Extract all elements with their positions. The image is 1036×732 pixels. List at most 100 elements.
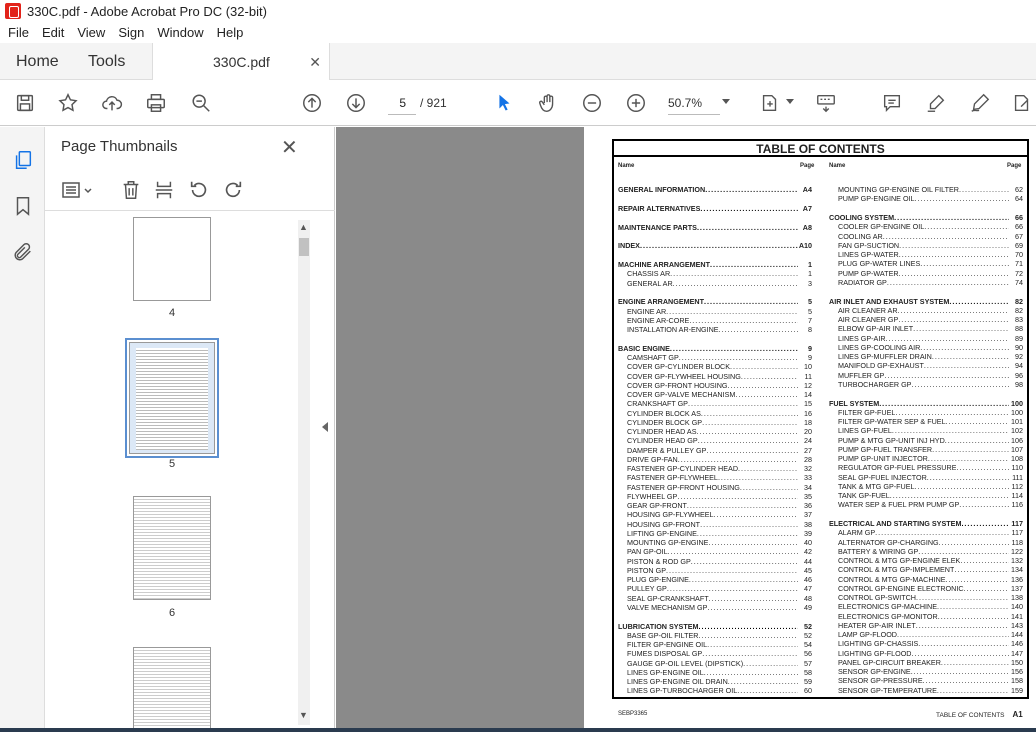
toc-entry[interactable]: BASE GP-OIL FILTER 52 <box>627 631 812 640</box>
toc-entry[interactable]: PUMP GP-UNIT INJECTOR 108 <box>838 454 1023 463</box>
toc-entry[interactable]: LINES GP-COOLING AIR 90 <box>838 343 1023 352</box>
toc-entry[interactable]: GEAR GP-FRONT 36 <box>627 501 812 510</box>
toc-entry[interactable]: MACHINE ARRANGEMENT 1 <box>618 260 812 269</box>
rotate-ccw-icon[interactable] <box>188 179 210 201</box>
toc-entry[interactable]: TANK & MTG GP-FUEL 112 <box>838 482 1023 491</box>
toc-entry[interactable]: LINES GP-WATER 70 <box>838 250 1023 259</box>
document-viewer[interactable]: TABLE OF CONTENTS Name Page Name Page GE… <box>336 127 1036 732</box>
hand-tool-icon[interactable] <box>536 91 560 115</box>
highlight-pen-icon[interactable] <box>924 91 948 115</box>
tab-home[interactable]: Home <box>16 43 59 80</box>
toc-entry[interactable]: PISTON GP 45 <box>627 566 812 575</box>
toc-entry[interactable]: LINES GP-MUFFLER DRAIN 92 <box>838 352 1023 361</box>
next-page-icon[interactable] <box>344 91 368 115</box>
toc-entry[interactable]: FASTENER GP-FLYWHEEL 33 <box>627 473 812 482</box>
toc-entry[interactable]: SEAL GP-CRANKSHAFT 48 <box>627 594 812 603</box>
toc-entry[interactable]: INSTALLATION AR-ENGINE 8 <box>627 325 812 334</box>
toc-entry[interactable]: BATTERY & WIRING GP 122 <box>838 547 1023 556</box>
page-thumbnails-icon[interactable] <box>12 149 34 171</box>
page-fit-dropdown-icon[interactable] <box>786 99 794 104</box>
toc-entry[interactable]: ALARM GP 117 <box>838 528 1023 537</box>
toc-entry[interactable]: PISTON & ROD GP 44 <box>627 557 812 566</box>
toc-entry[interactable]: CRANKSHAFT GP 15 <box>627 399 812 408</box>
toc-entry[interactable]: FASTENER GP-FRONT HOUSING 34 <box>627 483 812 492</box>
toc-entry[interactable]: PUMP GP-ENGINE OIL 64 <box>838 194 1023 203</box>
toc-entry[interactable]: PULLEY GP 47 <box>627 584 812 593</box>
toc-entry[interactable]: MAINTENANCE PARTS A8 <box>618 223 812 232</box>
tab-document[interactable]: 330C.pdf ✕ <box>152 43 330 81</box>
options-menu-icon[interactable] <box>61 179 95 201</box>
print-icon[interactable] <box>144 91 168 115</box>
toc-entry[interactable]: LINES GP-ENGINE OIL DRAIN 59 <box>627 677 812 686</box>
select-cursor-icon[interactable] <box>492 91 516 115</box>
toc-entry[interactable]: CONTROL & MTG GP-ENGINE ELEK 132 <box>838 556 1023 565</box>
toc-entry[interactable]: PUMP & MTG GP-UNIT INJ HYD 106 <box>838 436 1023 445</box>
toc-entry[interactable]: FILTER GP-WATER SEP & FUEL 101 <box>838 417 1023 426</box>
toc-entry[interactable]: FLYWHEEL GP 35 <box>627 492 812 501</box>
menu-sign[interactable]: Sign <box>118 25 144 40</box>
toc-entry[interactable]: COVER GP-FLYWHEEL HOUSING 11 <box>627 372 812 381</box>
toc-entry[interactable]: ENGINE ARRANGEMENT 5 <box>618 297 812 306</box>
zoom-out-icon[interactable] <box>580 91 604 115</box>
page-thumbnail-7[interactable] <box>133 647 211 732</box>
toc-entry[interactable]: LINES GP-AIR 89 <box>838 334 1023 343</box>
menu-help[interactable]: Help <box>217 25 244 40</box>
toc-entry[interactable]: PAN GP-OIL 42 <box>627 547 812 556</box>
bookmark-star-icon[interactable] <box>56 91 80 115</box>
toc-entry[interactable]: COOLING AR 67 <box>838 232 1023 241</box>
toc-entry[interactable]: GENERAL INFORMATION A4 <box>618 185 812 194</box>
toc-entry[interactable]: TANK GP-FUEL 114 <box>838 491 1023 500</box>
toc-entry[interactable]: LINES GP-FUEL 102 <box>838 426 1023 435</box>
save-icon[interactable] <box>13 91 37 115</box>
scrollbar-thumb[interactable] <box>299 238 309 256</box>
toc-entry[interactable]: COVER GP-CYLINDER BLOCK 10 <box>627 362 812 371</box>
toc-entry[interactable]: ELECTRONICS GP-MONITOR 141 <box>838 612 1023 621</box>
zoom-level-input[interactable]: 50.7% <box>668 91 720 115</box>
zoom-in-icon[interactable] <box>624 91 648 115</box>
toc-entry[interactable]: WATER SEP & FUEL PRM PUMP GP 116 <box>838 500 1023 509</box>
keyboard-scroll-icon[interactable] <box>814 91 838 115</box>
toc-entry[interactable]: INDEX A10 <box>618 241 812 250</box>
menu-view[interactable]: View <box>77 25 105 40</box>
toc-entry[interactable]: ENGINE AR 5 <box>627 307 812 316</box>
toc-entry[interactable]: GAUGE GP-OIL LEVEL (DIPSTICK) 57 <box>627 659 812 668</box>
toc-entry[interactable]: HOUSING GP-FLYWHEEL 37 <box>627 510 812 519</box>
zoom-dropdown-icon[interactable] <box>722 99 730 104</box>
toc-entry[interactable]: LIFTING GP-ENGINE 39 <box>627 529 812 538</box>
tab-tools[interactable]: Tools <box>88 43 125 80</box>
toc-entry[interactable]: CYLINDER HEAD GP 24 <box>627 436 812 445</box>
toc-entry[interactable]: COVER GP-FRONT HOUSING 12 <box>627 381 812 390</box>
toc-entry[interactable]: FILTER GP-FUEL 100 <box>838 408 1023 417</box>
thumbnail-scrollbar[interactable]: ▲ ▼ <box>298 220 310 725</box>
toc-entry[interactable]: FILTER GP-ENGINE OIL 54 <box>627 640 812 649</box>
toc-entry[interactable]: REPAIR ALTERNATIVES A7 <box>618 204 812 213</box>
page-thumbnail-5-selected[interactable] <box>125 338 219 458</box>
toc-entry[interactable]: FASTENER GP-CYLINDER HEAD 32 <box>627 464 812 473</box>
comment-icon[interactable] <box>880 91 904 115</box>
toc-entry[interactable]: SENSOR GP-PRESSURE 158 <box>838 676 1023 685</box>
toc-entry[interactable]: FAN GP-SUCTION 69 <box>838 241 1023 250</box>
toc-entry[interactable]: CYLINDER HEAD AS 20 <box>627 427 812 436</box>
attachments-paperclip-icon[interactable] <box>12 241 34 263</box>
toc-entry[interactable]: LAMP GP-FLOOD 144 <box>838 630 1023 639</box>
toc-entry[interactable]: DRIVE GP-FAN 28 <box>627 455 812 464</box>
toc-entry[interactable]: REGULATOR GP-FUEL PRESSURE 110 <box>838 463 1023 472</box>
toc-entry[interactable]: SENSOR GP-ENGINE 156 <box>838 667 1023 676</box>
toc-entry[interactable]: LUBRICATION SYSTEM 52 <box>618 622 812 631</box>
toc-entry[interactable]: RADIATOR GP 74 <box>838 278 1023 287</box>
toc-entry[interactable]: FUMES DISPOSAL GP 56 <box>627 649 812 658</box>
previous-page-icon[interactable] <box>300 91 324 115</box>
toc-entry[interactable]: CHASSIS AR 1 <box>627 269 812 278</box>
menu-window[interactable]: Window <box>157 25 203 40</box>
edit-pdf-icon[interactable] <box>1010 91 1034 115</box>
close-tab-icon[interactable]: ✕ <box>309 54 321 71</box>
toc-entry[interactable]: COOLING SYSTEM 66 <box>829 213 1023 222</box>
toc-entry[interactable]: CYLINDER BLOCK GP 18 <box>627 418 812 427</box>
toc-entry[interactable]: COOLER GP-ENGINE OIL 66 <box>838 222 1023 231</box>
extract-pages-icon[interactable] <box>153 179 175 201</box>
toc-entry[interactable]: ELECTRONICS GP-MACHINE 140 <box>838 602 1023 611</box>
toc-entry[interactable]: GENERAL AR 3 <box>627 279 812 288</box>
page-number-input[interactable]: 5 <box>388 91 416 115</box>
toc-entry[interactable]: AIR INLET AND EXHAUST SYSTEM 82 <box>829 297 1023 306</box>
toc-entry[interactable]: AIR CLEANER AR 82 <box>838 306 1023 315</box>
